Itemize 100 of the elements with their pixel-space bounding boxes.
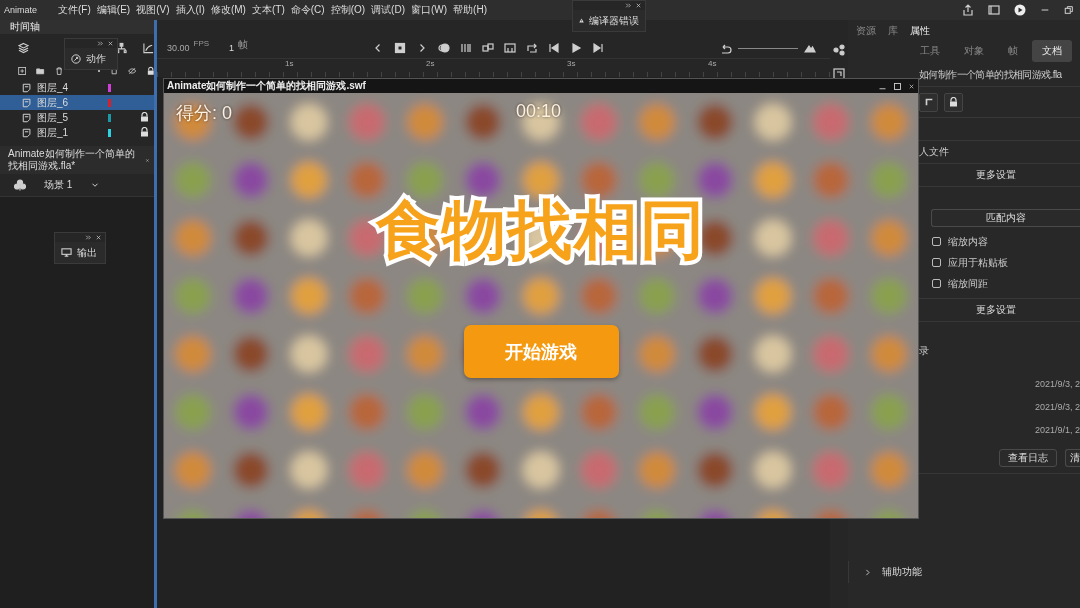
close-icon[interactable] — [107, 40, 114, 47]
checkbox-label: 缩放间距 — [948, 276, 988, 291]
play-icon[interactable] — [570, 42, 583, 54]
layer-row[interactable]: 图层_6 — [0, 95, 154, 110]
close-icon[interactable] — [908, 82, 915, 90]
layer-icon — [22, 82, 32, 93]
layer-name: 图层_1 — [37, 125, 70, 140]
lock-button[interactable] — [944, 92, 963, 112]
checkbox[interactable] — [932, 258, 941, 267]
checkbox[interactable] — [932, 237, 941, 246]
menu-item[interactable]: 控制(O) — [327, 3, 369, 17]
panel-tab[interactable]: 属性 — [910, 24, 930, 38]
restore-icon[interactable] — [1064, 5, 1074, 15]
panel-tab[interactable]: 资源 — [856, 24, 876, 38]
layer-row[interactable]: 图层_4 — [0, 80, 154, 95]
corner-button[interactable] — [919, 92, 938, 112]
panel-tab[interactable]: 时间轴 — [10, 20, 40, 34]
document-name: 如何制作一个简单的找相同游戏.fla — [919, 68, 1062, 82]
panel-tab[interactable]: 库 — [888, 24, 898, 38]
monitor-icon[interactable] — [61, 247, 72, 258]
close-icon[interactable] — [635, 2, 642, 9]
match-contents-button[interactable]: 匹配内容 — [931, 209, 1080, 227]
checkbox-label: 缩放内容 — [948, 234, 988, 249]
nodes-icon[interactable] — [833, 44, 845, 56]
close-icon[interactable] — [95, 234, 102, 241]
fps-unit: FPS — [193, 39, 210, 48]
close-icon[interactable] — [145, 156, 150, 164]
center-frame-icon[interactable] — [504, 42, 517, 54]
edit-frames-icon[interactable] — [460, 42, 473, 54]
keyframe-icon[interactable] — [394, 42, 407, 54]
maximize-icon[interactable] — [893, 81, 902, 91]
checkbox[interactable] — [932, 279, 941, 288]
layer-icon — [22, 127, 32, 138]
eye-hidden-icon[interactable] — [128, 66, 137, 76]
properties-tab[interactable]: 对象 — [954, 40, 994, 62]
menu-item[interactable]: 修改(M) — [207, 3, 249, 17]
scene-label[interactable]: 场景 1 — [44, 178, 73, 192]
menu-item[interactable]: 帮助(H) — [450, 3, 490, 17]
loop-icon[interactable] — [526, 42, 539, 54]
step-back-icon[interactable] — [548, 42, 561, 54]
frame-icon[interactable] — [833, 68, 845, 80]
frame-number[interactable]: 1 — [229, 43, 235, 53]
layer-name: 图层_6 — [37, 95, 70, 110]
layer-name: 图层_4 — [37, 80, 70, 95]
hierarchy-icon[interactable] — [116, 42, 127, 54]
window-title: Animate如何制作一个简单的找相同游戏.swf — [167, 79, 366, 93]
lock-icon[interactable] — [146, 66, 154, 76]
panel-icon[interactable] — [988, 4, 1000, 16]
file-label: 人文件 — [919, 145, 949, 159]
step-forward-icon[interactable] — [592, 42, 605, 54]
collapse-icon[interactable] — [97, 40, 104, 47]
history-button[interactable]: 查看日志 — [999, 449, 1057, 467]
graph-icon[interactable] — [143, 42, 154, 54]
history-label: 录 — [919, 345, 929, 356]
menu-item[interactable]: 调试(D) — [368, 3, 408, 17]
ruler-label: 3s — [566, 59, 577, 70]
more-settings-link[interactable]: 更多设置 — [976, 168, 1016, 182]
menu-item[interactable]: 文本(T) — [248, 3, 288, 17]
warning-icon — [579, 16, 584, 25]
share-icon[interactable] — [962, 4, 974, 16]
layers-icon[interactable] — [18, 42, 29, 54]
menu-item[interactable]: 命令(C) — [287, 3, 328, 17]
collapse-icon[interactable] — [625, 2, 632, 9]
onion-skin-icon[interactable] — [438, 42, 451, 54]
layer-icon — [22, 112, 32, 123]
folder-icon[interactable] — [36, 66, 45, 76]
history-button[interactable]: 清 — [1065, 449, 1080, 467]
menu-item[interactable]: 窗口(W) — [407, 3, 451, 17]
layer-icon — [22, 97, 32, 108]
score-label: 得分: 0 — [176, 102, 233, 125]
trash-icon[interactable] — [54, 66, 64, 76]
output-panel-label[interactable]: 输出 — [77, 245, 97, 260]
lock-icon[interactable] — [140, 126, 149, 137]
accessibility-section[interactable]: 辅助功能 — [882, 565, 922, 579]
menu-item[interactable]: 文件(F) — [55, 3, 94, 17]
frame-unit: 帧 — [238, 38, 249, 52]
properties-tab[interactable]: 帧 — [998, 40, 1028, 62]
add-layer-icon[interactable] — [18, 66, 27, 76]
link-icon[interactable] — [482, 42, 495, 54]
actions-panel-label[interactable]: 动作 — [86, 51, 106, 66]
lock-icon[interactable] — [140, 111, 149, 122]
fps-value[interactable]: 30.00 — [167, 43, 190, 53]
scene-icon[interactable] — [14, 179, 26, 191]
layer-name: 图层_5 — [37, 110, 70, 125]
more-settings-link[interactable]: 更多设置 — [976, 303, 1016, 317]
play-icon[interactable] — [1014, 4, 1026, 16]
lock-icon — [949, 97, 958, 107]
collapse-icon[interactable] — [85, 234, 92, 241]
properties-tab[interactable]: 工具 — [910, 40, 950, 62]
layer-row[interactable]: 图层_5 — [0, 110, 154, 125]
layer-row[interactable]: 图层_1 — [0, 125, 154, 140]
menu-item[interactable]: 编辑(E) — [93, 3, 134, 17]
menu-item[interactable]: 插入(I) — [172, 3, 208, 17]
history-date: 2021/9/1, 2 — [1034, 424, 1080, 435]
timer-label: 00:10 — [516, 101, 562, 123]
menu-item[interactable]: 视图(V) — [133, 3, 173, 17]
actions-icon[interactable] — [71, 53, 81, 64]
undo-icon[interactable] — [720, 42, 732, 54]
ruler-label: 1s — [284, 59, 295, 70]
properties-tab[interactable]: 文档 — [1032, 40, 1072, 62]
